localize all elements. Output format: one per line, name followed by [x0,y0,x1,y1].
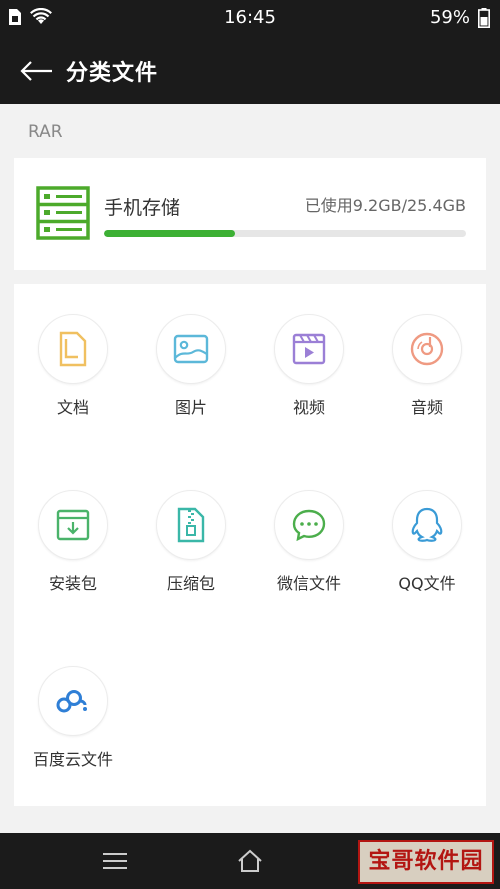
video-icon [292,333,326,365]
category-baidu-cloud[interactable]: 百度云文件 [14,636,132,769]
storage-name: 手机存储 [104,197,181,219]
section-label: RAR [28,122,63,142]
storage-usage: 已使用9.2GB/25.4GB [304,196,466,215]
storage-card[interactable]: 手机存储 已使用9.2GB/25.4GB [14,158,486,270]
category-video[interactable]: 视频 [250,284,368,417]
watermark-stamp: 宝哥软件园 [358,840,494,884]
category-wechat[interactable]: 微信文件 [250,460,368,593]
category-audio[interactable]: 音频 [368,284,486,417]
category-icon-circle [274,490,344,560]
category-label: 音频 [410,398,443,417]
archive-icon [177,507,205,543]
category-archive[interactable]: 压缩包 [132,460,250,593]
home-icon[interactable] [235,849,265,873]
package-icon [56,509,90,541]
category-grid: 文档 图片 视频 音频 安装包 压缩包 微信文件 QQ文件 百度云文件 [14,284,486,806]
clock: 16:45 [224,7,276,28]
storage-progress-fill [104,230,236,237]
category-icon-circle [392,490,462,560]
category-icon-circle [156,314,226,384]
category-package[interactable]: 安装包 [14,460,132,593]
category-label: 百度云文件 [32,750,113,769]
category-icon-circle [38,490,108,560]
document-icon [59,331,87,367]
category-image[interactable]: 图片 [132,284,250,417]
category-icon-circle [38,314,108,384]
status-bar: 16:45 59% [0,0,500,36]
page-title: 分类文件 [66,61,159,86]
category-label: QQ文件 [398,574,456,593]
battery-icon [478,7,490,28]
category-qq[interactable]: QQ文件 [368,460,486,593]
app-bar: 分类文件 [0,36,500,104]
wechat-icon [292,509,326,542]
menu-icon[interactable] [100,849,130,873]
storage-icon [36,186,90,240]
category-label: 压缩包 [166,574,215,593]
battery-percent: 59% [429,7,470,28]
status-icons-right: 59% [430,7,490,28]
category-label: 文档 [56,398,89,417]
category-icon-circle [274,314,344,384]
baidu-cloud-icon [56,690,87,713]
image-icon [173,334,209,364]
category-label: 图片 [174,398,207,417]
storage-progress-bar [104,230,466,237]
category-label: 微信文件 [276,574,341,593]
back-arrow-icon[interactable] [18,56,54,86]
category-icon-circle [38,666,108,736]
category-label: 安装包 [48,574,97,593]
category-label: 视频 [292,398,325,417]
audio-icon [410,332,444,366]
category-icon-circle [392,314,462,384]
category-document[interactable]: 文档 [14,284,132,417]
qq-icon [411,507,443,542]
category-icon-circle [156,490,226,560]
